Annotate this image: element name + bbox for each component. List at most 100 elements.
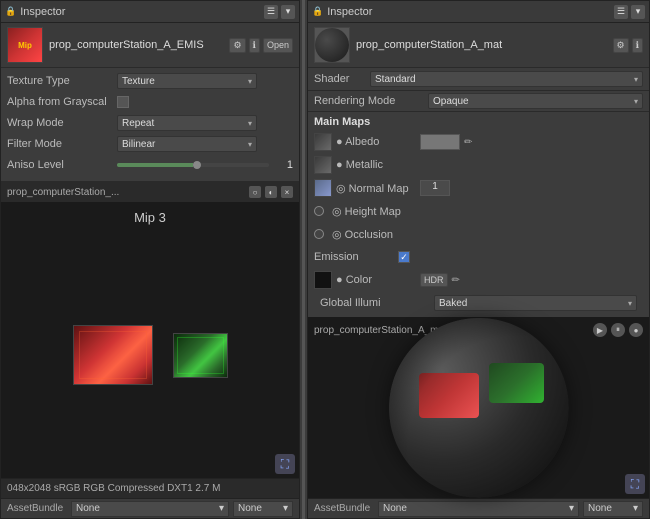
alpha-control [117, 96, 293, 108]
left-asset-name: prop_computerStation_A_EMIS [49, 39, 223, 51]
left-ab-variant-dropdown[interactable]: None ▾ [233, 501, 293, 517]
texture-preview-area: prop_computerStation_... ○ ◐ × Mip 3 ⛶ [1, 182, 299, 478]
global-illum-arrow: ▾ [628, 299, 632, 308]
global-illum-row: Global Illumi Baked ▾ [314, 293, 643, 315]
color-label: ● Color [336, 274, 416, 286]
panel-divider [302, 0, 305, 519]
right-settings-btn[interactable]: ⚙ [613, 38, 629, 53]
color-thumb[interactable] [314, 271, 332, 289]
wrap-mode-value: Repeat [122, 118, 154, 129]
filter-mode-value: Bilinear [122, 139, 155, 150]
albedo-edit-icon[interactable]: ✏ [464, 137, 472, 148]
right-inspector-panel: 🔒 Inspector ☰ ▾ prop_computerStation_A_m… [307, 0, 650, 519]
emission-checkbox[interactable]: ✓ [398, 251, 410, 263]
left-open-btn[interactable]: Open [263, 38, 293, 53]
right-preview-area: prop_computerStation_A_ma ▶ ⏸ ● ⛶ [308, 317, 649, 498]
metallic-thumb[interactable] [314, 156, 332, 174]
left-info-btn[interactable]: ℹ [249, 38, 260, 53]
left-collapse-icon[interactable]: ▾ [281, 5, 295, 19]
emission-row: Emission ✓ [314, 247, 643, 267]
rendering-mode-dropdown[interactable]: Opaque ▾ [428, 93, 643, 109]
filter-mode-dropdown[interactable]: Bilinear ▾ [117, 136, 257, 152]
left-ab-dropdown[interactable]: None ▾ [71, 501, 229, 517]
normal-map-label: ◎ Normal Map [336, 182, 416, 195]
left-ab-label: AssetBundle [7, 503, 67, 514]
filter-mode-arrow: ▾ [248, 140, 252, 149]
occlusion-label: ◎ Occlusion [328, 228, 408, 241]
albedo-row: ● Albedo ✏ [314, 132, 643, 152]
left-status-text: 048x2048 sRGB RGB Compressed DXT1 2.7 M [7, 483, 220, 494]
wrap-mode-label: Wrap Mode [7, 117, 117, 129]
albedo-label: ● Albedo [336, 136, 416, 148]
shader-arrow: ▾ [634, 75, 638, 84]
shader-row: Shader Standard ▾ [308, 68, 649, 91]
main-maps-title: Main Maps [308, 112, 649, 130]
texture-thumbnails [73, 325, 228, 385]
aniso-label: Aniso Level [7, 159, 117, 171]
filter-mode-control: Bilinear ▾ [117, 136, 293, 152]
height-map-radio[interactable] [314, 206, 324, 216]
right-asset-thumbnail [314, 27, 350, 63]
color-edit-icon[interactable]: ✏ [452, 275, 460, 286]
preview-icon2[interactable]: ◐ [265, 186, 277, 198]
left-asset-header-icons: ⚙ ℹ Open [229, 38, 293, 53]
right-collapse-icon[interactable]: ▾ [631, 5, 645, 19]
normal-map-thumb[interactable] [314, 179, 332, 197]
left-ab-arrow: ▾ [219, 503, 224, 514]
left-settings-btn[interactable]: ⚙ [229, 38, 245, 53]
left-ab-variant: None [238, 503, 262, 514]
right-pause-btn[interactable]: ⏸ [611, 323, 625, 337]
albedo-color[interactable] [420, 134, 460, 150]
right-info-btn[interactable]: ℹ [632, 38, 643, 53]
right-inspector-label: Inspector [327, 6, 372, 18]
left-menu-icon[interactable]: ☰ [264, 5, 278, 19]
emission-checkbox-row: ✓ [398, 251, 410, 263]
hdr-badge[interactable]: HDR [420, 273, 448, 287]
left-form-section: Texture Type Texture ▾ Alpha from Graysc… [1, 68, 299, 182]
albedo-thumb[interactable] [314, 133, 332, 151]
left-inspector-panel: 🔒 Inspector ☰ ▾ Mip prop_computerStation… [0, 0, 300, 519]
preview-icon3[interactable]: × [281, 186, 293, 198]
occlusion-radio[interactable] [314, 229, 324, 239]
right-play-btn[interactable]: ▶ [593, 323, 607, 337]
right-asset-header: prop_computerStation_A_mat ⚙ ℹ [308, 23, 649, 68]
right-ab-value: None [383, 503, 407, 514]
alpha-checkbox[interactable] [117, 96, 129, 108]
texture-type-label: Texture Type [7, 75, 117, 87]
preview-asset-name: prop_computerStation_... [7, 187, 245, 198]
right-menu-icon[interactable]: ☰ [614, 5, 628, 19]
emission-label: Emission [314, 251, 394, 263]
right-ab-arrow: ▾ [569, 503, 574, 514]
normal-map-value: 1 [432, 181, 438, 192]
right-asset-header-icons: ⚙ ℹ [613, 38, 644, 53]
global-illum-label: Global Illumi [320, 297, 430, 309]
aniso-value: 1 [273, 159, 293, 171]
tex-thumb-large[interactable] [73, 325, 153, 385]
left-corner-icon[interactable]: ⛶ [275, 454, 295, 474]
left-inspector-label: Inspector [20, 6, 65, 18]
right-ab-variant-dropdown[interactable]: None ▾ [583, 501, 643, 517]
maps-section: ● Albedo ✏ ● Metallic ◎ Normal Map 1 ◎ H… [308, 130, 649, 317]
left-inspector-title: 🔒 Inspector [5, 6, 65, 18]
right-corner-icon[interactable]: ⛶ [625, 474, 645, 494]
texture-type-dropdown[interactable]: Texture ▾ [117, 73, 257, 89]
global-illum-dropdown[interactable]: Baked ▾ [434, 295, 637, 311]
material-sphere-preview[interactable] [389, 318, 569, 498]
left-asset-header: Mip prop_computerStation_A_EMIS ⚙ ℹ Open [1, 23, 299, 68]
filter-mode-row: Filter Mode Bilinear ▾ [7, 135, 293, 153]
aniso-slider[interactable] [117, 163, 269, 167]
normal-map-input[interactable]: 1 [420, 180, 450, 196]
texture-type-value: Texture [122, 76, 155, 87]
wrap-mode-dropdown[interactable]: Repeat ▾ [117, 115, 257, 131]
texture-type-arrow: ▾ [248, 77, 252, 86]
preview-icon1[interactable]: ○ [249, 186, 261, 198]
aniso-thumb [193, 161, 201, 169]
right-ab-variant: None [588, 503, 612, 514]
tex-thumb-small[interactable] [173, 333, 228, 378]
rendering-mode-arrow: ▾ [634, 97, 638, 106]
right-settings-preview-btn[interactable]: ● [629, 323, 643, 337]
preview-topbar: prop_computerStation_... ○ ◐ × [1, 182, 299, 202]
metallic-label: ● Metallic [336, 159, 416, 171]
right-ab-dropdown[interactable]: None ▾ [378, 501, 579, 517]
shader-dropdown[interactable]: Standard ▾ [370, 71, 643, 87]
